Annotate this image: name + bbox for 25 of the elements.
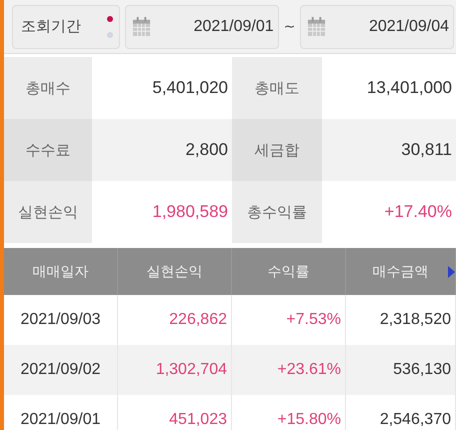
column-header-label: 매수금액 bbox=[372, 262, 428, 280]
period-button[interactable]: 조회기간 bbox=[12, 4, 120, 48]
column-header-label: 수익률 bbox=[268, 262, 310, 280]
date-value: 2021/09/04 bbox=[368, 18, 450, 36]
date-field[interactable]: 2021/09/04 bbox=[300, 4, 454, 48]
summary-value: 30,811 bbox=[322, 119, 456, 181]
scroll-right-icon[interactable] bbox=[448, 266, 455, 278]
summary-label: 실현손익 bbox=[4, 181, 92, 243]
calendar-icon bbox=[307, 16, 326, 37]
table-cell: 1,302,704 bbox=[118, 345, 232, 395]
column-header-label: 실현손익 bbox=[146, 262, 202, 280]
summary-label: 총매도 bbox=[232, 57, 322, 119]
summary-label: 총매수 bbox=[4, 57, 92, 119]
range-separator: ~ bbox=[284, 18, 296, 34]
date-field[interactable]: 2021/09/01 bbox=[125, 4, 279, 48]
summary-label: 세금합 bbox=[232, 119, 322, 181]
table-cell: 536,130 bbox=[346, 345, 456, 395]
summary-value: 2,800 bbox=[92, 119, 232, 181]
summary-label: 수수료 bbox=[4, 119, 92, 181]
table-cell: 2021/09/02 bbox=[4, 345, 118, 395]
summary-label: 총수익률 bbox=[232, 181, 322, 243]
date-value: 2021/09/01 bbox=[194, 18, 274, 36]
calendar-icon bbox=[132, 16, 151, 37]
table-cell: +23.61% bbox=[232, 345, 346, 395]
column-header-label: 매매일자 bbox=[32, 262, 88, 280]
